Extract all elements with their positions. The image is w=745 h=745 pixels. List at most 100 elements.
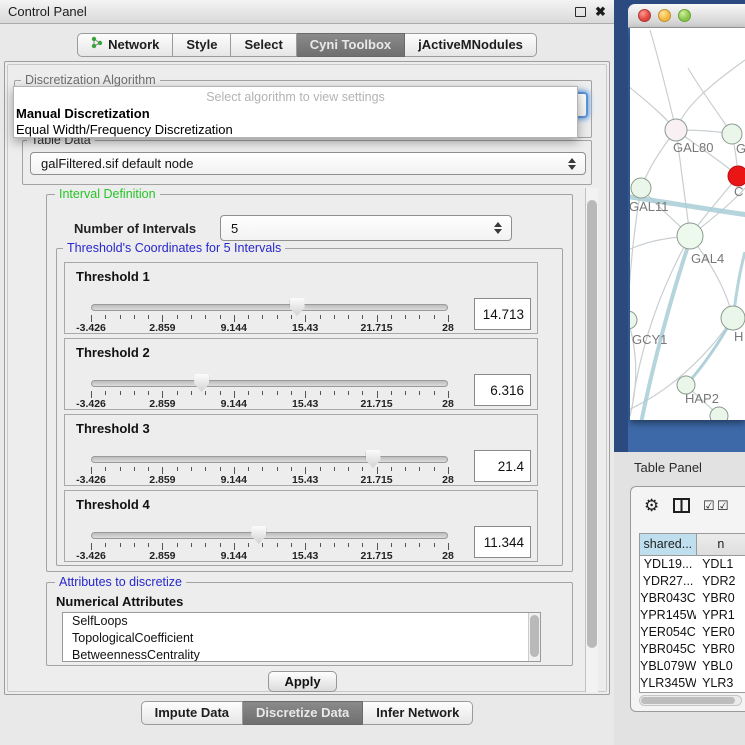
network-node[interactable] — [677, 223, 703, 249]
table-cell: YBL079W — [640, 658, 696, 675]
threshold-value-input[interactable] — [474, 298, 531, 330]
tab-network[interactable]: Network — [77, 33, 173, 57]
tab-label: Infer Network — [376, 702, 459, 724]
popup-item-manual-discretization[interactable]: Manual Discretization — [16, 106, 150, 121]
tab-label: jActiveMNodules — [418, 34, 523, 56]
threshold-panel-2: Threshold 2-3.4262.8599.14415.4321.71528 — [64, 338, 538, 410]
slider-track[interactable] — [91, 304, 448, 311]
threshold-panel-4: Threshold 4-3.4262.8599.14415.4321.71528 — [64, 490, 538, 562]
tab-discretize-data[interactable]: Discretize Data — [243, 701, 363, 725]
threshold-value-input[interactable] — [474, 526, 531, 558]
table-row[interactable]: YPR145WYPR1 — [640, 607, 745, 624]
network-node[interactable] — [665, 119, 687, 141]
combo-arrows-icon — [568, 158, 576, 170]
tab-cyni-toolbox[interactable]: Cyni Toolbox — [297, 33, 405, 57]
table-row[interactable]: YBL079WYBL0 — [640, 658, 745, 675]
table-cell: YIL0 — [696, 692, 745, 693]
column-header[interactable]: shared... — [640, 534, 697, 556]
spinner-arrows-icon[interactable] — [494, 222, 502, 234]
tab-impute-data[interactable]: Impute Data — [141, 701, 243, 725]
control-panel-titlebar: Control Panel ✖ — [0, 0, 614, 24]
number-of-intervals-spinner[interactable]: 5 — [220, 215, 512, 241]
scrollbar-thumb[interactable] — [587, 200, 597, 648]
table-cell: YER054C — [640, 624, 696, 641]
numerical-attributes-label: Numerical Attributes — [56, 594, 183, 609]
table-horizontal-scrollbar[interactable] — [639, 695, 742, 706]
table-row[interactable]: YER054CYER0 — [640, 624, 745, 641]
intervals-value: 5 — [231, 221, 238, 236]
slider-thumb[interactable] — [251, 526, 266, 544]
threshold-label: Threshold 4 — [76, 497, 150, 512]
tab-select[interactable]: Select — [231, 33, 296, 57]
close-traffic-light-icon[interactable] — [638, 9, 651, 22]
table-data-combobox[interactable]: galFiltered.sif default node — [30, 152, 586, 175]
attributes-scrollbar[interactable] — [528, 613, 540, 661]
slider-thumb[interactable] — [290, 298, 305, 316]
checked-box-icon[interactable]: ☑ — [717, 498, 729, 514]
tab-style[interactable]: Style — [173, 33, 231, 57]
slider-thumb[interactable] — [366, 450, 381, 468]
group-title: Attributes to discretize — [55, 575, 186, 589]
scrollbar-thumb[interactable] — [641, 697, 735, 704]
table-row[interactable]: YDL19...YDL1 — [640, 556, 745, 573]
panel-title: Control Panel — [8, 4, 87, 19]
group-title: Threshold's Coordinates for 5 Intervals — [63, 241, 285, 255]
network-icon — [91, 34, 103, 56]
list-item[interactable]: BetweennessCentrality — [63, 647, 540, 662]
list-item[interactable]: TopologicalCoefficient — [63, 630, 540, 647]
network-edge — [690, 236, 733, 318]
numerical-attributes-list[interactable]: SelfLoopsTopologicalCoefficientBetweenne… — [62, 612, 541, 662]
table-row[interactable]: YLR345WYLR3 — [640, 675, 745, 692]
column-header[interactable]: n — [697, 534, 745, 556]
slider-track[interactable] — [91, 380, 448, 387]
slider-ticks — [91, 315, 449, 322]
tab-jactivemnodules[interactable]: jActiveMNodules — [405, 33, 537, 57]
columns-icon[interactable] — [673, 498, 690, 516]
tab-label: Cyni Toolbox — [310, 34, 391, 56]
scrollbar-thumb[interactable] — [530, 615, 539, 657]
apply-button[interactable]: Apply — [268, 671, 337, 692]
minimize-traffic-light-icon[interactable] — [658, 9, 671, 22]
network-node[interactable] — [630, 311, 637, 329]
table-cell: YBR0 — [696, 590, 745, 607]
node-label: H — [734, 329, 743, 344]
network-node[interactable] — [728, 166, 745, 186]
table-row[interactable]: YIL052CYIL0 — [640, 692, 745, 693]
table-cell: YLR345W — [640, 675, 696, 692]
close-icon[interactable]: ✖ — [595, 4, 606, 20]
zoom-traffic-light-icon[interactable] — [678, 9, 691, 22]
table-row[interactable]: YBR043CYBR0 — [640, 590, 745, 607]
slider-track[interactable] — [91, 532, 448, 539]
network-graph: GAL80GACGAL11GAL4GCY1HHAP2 — [630, 28, 745, 420]
main-vertical-scrollbar[interactable] — [585, 188, 598, 692]
slider-tick-labels: -3.4262.8599.14415.4321.71528 — [91, 322, 449, 333]
table-header-row: shared...n — [640, 534, 745, 556]
popup-hint: Select algorithm to view settings — [14, 90, 577, 104]
gear-icon[interactable]: ⚙ — [644, 496, 659, 516]
popup-item-equal-width-frequency[interactable]: Equal Width/Frequency Discretization — [16, 122, 233, 137]
node-label: GCY1 — [632, 332, 667, 347]
node-label: GAL80 — [673, 140, 713, 155]
tab-infer-network[interactable]: Infer Network — [363, 701, 473, 725]
table-row[interactable]: YDR27...YDR2 — [640, 573, 745, 590]
network-view-window: GAL80GACGAL11GAL4GCY1HHAP2 — [628, 4, 745, 452]
network-window-titlebar[interactable] — [628, 4, 745, 28]
group-title: Discretization Algorithm — [21, 73, 160, 87]
table-row[interactable]: YBR045CYBR0 — [640, 641, 745, 658]
slider-thumb[interactable] — [194, 374, 209, 392]
slider-ticks — [91, 543, 449, 550]
threshold-value-input[interactable] — [474, 374, 531, 406]
network-node[interactable] — [631, 178, 651, 198]
network-canvas[interactable]: GAL80GACGAL11GAL4GCY1HHAP2 — [630, 28, 745, 420]
node-label: GAL11 — [630, 199, 669, 214]
table-panel-title: Table Panel — [634, 460, 702, 475]
threshold-value-input[interactable] — [474, 450, 531, 482]
network-node[interactable] — [710, 407, 728, 420]
table-panel: ⚙ ☑ ☑ shared...n YDL19...YDL1YDR27...YDR… — [630, 486, 745, 712]
slider-track[interactable] — [91, 456, 448, 463]
float-icon[interactable] — [575, 7, 586, 17]
list-item[interactable]: SelfLoops — [63, 613, 540, 630]
network-node[interactable] — [721, 306, 745, 330]
checked-box-icon[interactable]: ☑ — [703, 498, 715, 514]
node-attribute-table[interactable]: shared...n YDL19...YDL1YDR27...YDR2YBR04… — [639, 533, 745, 693]
